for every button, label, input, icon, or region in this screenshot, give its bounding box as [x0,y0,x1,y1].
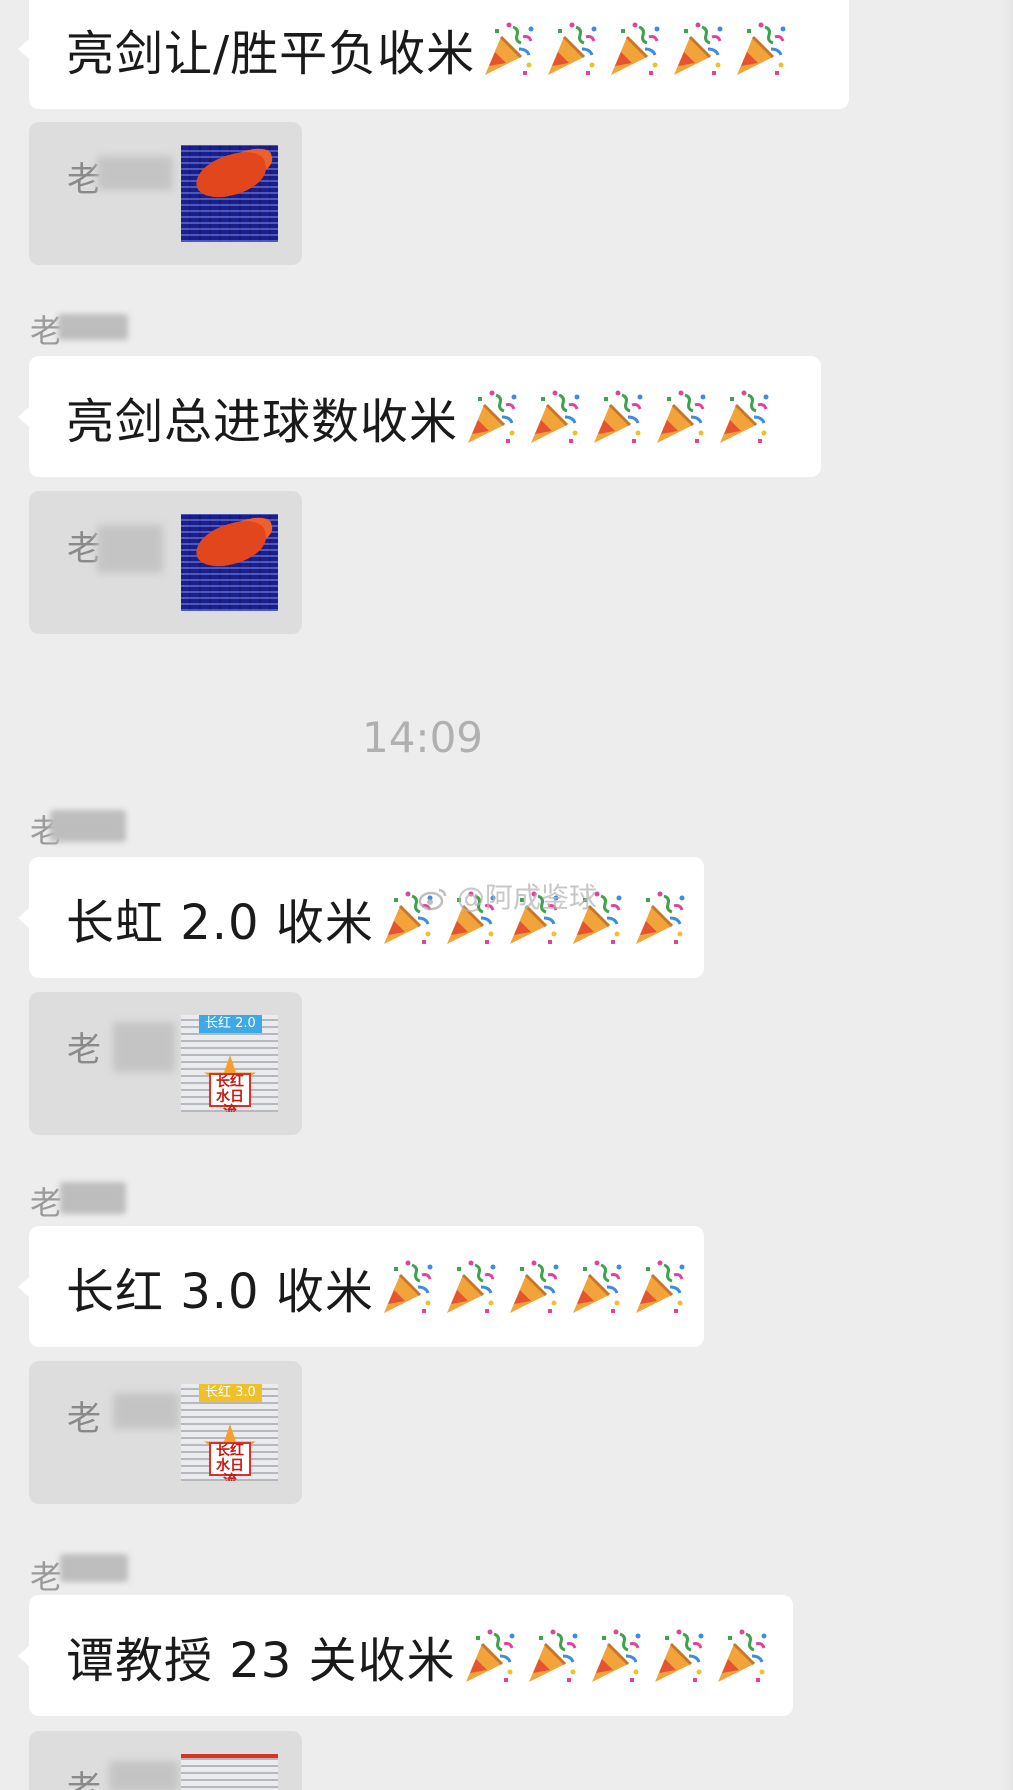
sender-name: 老 [67,1399,103,1439]
message-bubble[interactable]: 长红 3.0 收米 [18,1226,704,1347]
brand-logo: 长红 水日流 [209,1073,251,1112]
party-popper-icon [717,1629,767,1682]
message-bubble[interactable]: 亮剑总进球数收米 [18,356,821,477]
flame-logo-icon [191,146,271,204]
party-popper-icon [591,1629,641,1682]
message-text: 长红 3.0 收米 [66,1263,374,1320]
redacted-block [60,1554,128,1582]
redacted-block [50,810,126,842]
message-bubble[interactable]: 长虹 2.0 收米 [18,857,704,978]
redacted-block [58,314,128,340]
ticket-thumbnail[interactable]: 长红 2.0 长红 水日流 [181,1015,278,1112]
party-popper-icon [611,22,660,75]
party-popper-icon [674,22,723,75]
ticket-thumbnail[interactable]: 长红 3.0 长红 水日流 [181,1384,278,1481]
redacted-block [97,525,163,573]
sender-avatar-label: 老 [30,806,140,850]
party-popper-icon [531,390,580,443]
party-popper-icon [383,1260,433,1313]
ticket-thumbnail[interactable] [181,1754,278,1790]
party-popper-icon [528,1629,578,1682]
party-popper-icon [465,1629,515,1682]
emoji-row [460,1626,775,1686]
redacted-block [109,1761,179,1790]
redacted-block [60,1182,126,1214]
image-card[interactable]: 老 [29,491,302,634]
message-text: 谭教授 23 关收米 [66,1632,456,1689]
watermark-handle: @阿成鉴球 [456,881,597,914]
ticket-thumbnail[interactable] [181,514,278,611]
party-popper-icon [572,1260,622,1313]
party-popper-icon [485,22,534,75]
sender-name: 老 [67,1030,103,1070]
sender-name: 老 [67,1769,103,1790]
watermark: @阿成鉴球 [418,876,597,916]
image-card[interactable]: 老 [29,1731,302,1790]
message-text: 亮剑总进球数收米 [66,393,459,450]
party-popper-icon [654,1629,704,1682]
message-text: 长虹 2.0 收米 [66,894,374,951]
flame-logo-icon [191,515,271,573]
message-bubble[interactable]: 亮剑让/胜平负收米 [18,0,849,109]
brand-logo: 长红 水日流 [209,1442,251,1481]
scrollbar-track[interactable] [999,0,1013,1790]
party-popper-icon [737,22,786,75]
party-popper-icon [446,1260,496,1313]
redacted-block [113,1393,179,1429]
chat-timestamp: 14:09 [361,713,484,762]
sender-name: 老 [30,1558,63,1596]
party-popper-icon [657,390,706,443]
party-popper-icon [635,891,685,944]
image-card[interactable]: 老 [29,122,302,265]
party-popper-icon [635,1260,685,1313]
sender-avatar-label: 老 [30,306,140,350]
image-card[interactable]: 老 长红 2.0 长红 水日流 [29,992,302,1135]
party-popper-icon [720,390,769,443]
ticket-tag: 长红 2.0 [199,1015,262,1033]
ticket-tag: 长红 3.0 [199,1384,262,1402]
party-popper-icon [509,1260,559,1313]
message-bubble[interactable]: 谭教授 23 关收米 [18,1595,793,1716]
sender-avatar-label: 老 [30,1552,140,1596]
sender-avatar-label: 老 [30,1178,140,1222]
redacted-block [97,156,173,190]
emoji-row [462,387,777,447]
redacted-block [113,1022,175,1072]
image-card[interactable]: 老 长红 3.0 长红 水日流 [29,1361,302,1504]
emoji-row [378,1257,693,1317]
party-popper-icon [468,390,517,443]
emoji-row [479,19,794,79]
weibo-icon [418,888,447,911]
message-text: 亮剑让/胜平负收米 [66,25,476,82]
party-popper-icon [548,22,597,75]
party-popper-icon [594,390,643,443]
sender-name: 老 [30,1184,63,1222]
ticket-thumbnail[interactable] [181,145,278,242]
